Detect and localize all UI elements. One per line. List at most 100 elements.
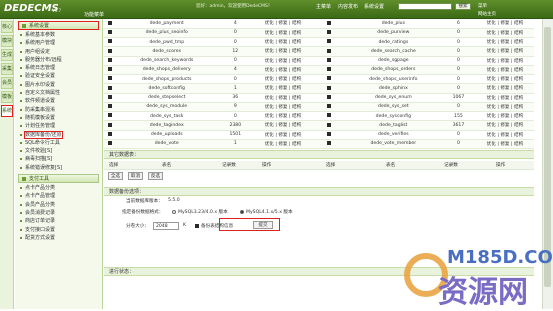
vtab-module[interactable]: 模块 <box>1 35 13 47</box>
sidebar-item[interactable]: 点卡产品管理 <box>15 192 102 200</box>
row-checkbox-left[interactable] <box>107 30 112 35</box>
table-ops-left[interactable]: 优化 | 修复 | 结构 <box>252 46 314 57</box>
sidebar-item[interactable]: 自定义文档属性 <box>15 89 102 97</box>
select-all-button[interactable]: 全选 <box>108 172 123 180</box>
sidebar-item[interactable]: SQL命令行工具 <box>15 139 102 147</box>
row-checkbox-left[interactable] <box>107 122 112 127</box>
row-checkbox-left[interactable] <box>107 76 112 81</box>
row-checkbox-right[interactable] <box>327 30 332 35</box>
table-ops-right[interactable]: 优化 | 修复 | 结构 <box>475 56 534 66</box>
sidebar-item[interactable]: 系统错误修复[S] <box>15 164 102 172</box>
table-ops-right[interactable]: 优化 | 修复 | 结构 <box>475 83 534 94</box>
sidebar-item[interactable]: 计划任务管理 <box>15 122 102 130</box>
row-checkbox-left[interactable] <box>107 48 112 53</box>
search-input[interactable] <box>398 3 452 10</box>
cancel-select-button[interactable]: 取消 <box>128 172 143 180</box>
row-checkbox-right[interactable] <box>327 48 332 53</box>
sidebar-item[interactable]: 系统日志管理 <box>15 64 102 72</box>
table-ops-right[interactable]: 优化 | 修复 | 结构 <box>475 28 534 39</box>
table-ops-left[interactable]: 优化 | 修复 | 结构 <box>252 93 314 103</box>
row-checkbox-left[interactable] <box>107 39 112 44</box>
sidebar-item[interactable]: 病毒扫描[S] <box>15 155 102 163</box>
sidebar-item[interactable]: 系统用户管理 <box>15 39 102 47</box>
table-ops-left[interactable]: 优化 | 修复 | 结构 <box>252 19 314 29</box>
sidebar-item[interactable]: 用户组设定 <box>15 48 102 56</box>
table-ops-right[interactable]: 优化 | 修复 | 结构 <box>475 93 534 103</box>
table-ops-left[interactable]: 优化 | 修复 | 结构 <box>252 28 314 39</box>
row-checkbox-left[interactable] <box>107 104 112 109</box>
invert-select-button[interactable]: 反选 <box>148 172 163 180</box>
topnav-item-main[interactable]: 主菜单 <box>316 3 331 10</box>
sidebar-item[interactable]: 服务器分布/远程 <box>15 56 102 64</box>
submit-button[interactable]: 提交 <box>253 221 273 229</box>
table-ops-left[interactable]: 优化 | 修复 | 结构 <box>252 56 314 66</box>
row-checkbox-right[interactable] <box>327 104 332 109</box>
sidebar-item[interactable]: 验证安全设置 <box>15 72 102 80</box>
topnav-item-publish[interactable]: 内容发布 <box>338 3 358 10</box>
format-mysql4-radio[interactable] <box>240 210 244 214</box>
table-ops-right[interactable]: 优化 | 修复 | 结构 <box>475 111 534 122</box>
vtab-member[interactable]: 会员 <box>1 77 13 89</box>
row-checkbox-right[interactable] <box>327 85 332 90</box>
menu-view-link[interactable]: 菜单 <box>478 3 487 9</box>
vtab-system[interactable]: 系统 <box>1 105 13 117</box>
row-checkbox-left[interactable] <box>107 94 112 99</box>
table-ops-right[interactable]: 优化 | 修复 | 结构 <box>475 46 534 57</box>
row-checkbox-left[interactable] <box>107 113 112 118</box>
table-ops-left[interactable]: 优化 | 修复 | 结构 <box>252 130 314 140</box>
sidebar-section-payment[interactable]: 支付工具 <box>18 174 99 184</box>
sidebar-section-system[interactable]: 系统设置 <box>18 21 99 30</box>
row-checkbox-right[interactable] <box>327 94 332 99</box>
table-ops-right[interactable]: 优化 | 修复 | 结构 <box>475 120 534 131</box>
row-checkbox-right[interactable] <box>327 20 332 25</box>
table-ops-left[interactable]: 优化 | 修复 | 结构 <box>252 120 314 131</box>
backup-structure-checkbox[interactable] <box>195 224 199 228</box>
row-checkbox-left[interactable] <box>107 131 112 136</box>
vtab-collect[interactable]: 采集 <box>1 63 13 75</box>
vtab-template[interactable]: 模板 <box>1 91 13 103</box>
sidebar-item[interactable]: 系统基本参数 <box>15 31 102 39</box>
table-ops-left[interactable]: 优化 | 修复 | 结构 <box>252 111 314 122</box>
row-checkbox-right[interactable] <box>327 67 332 72</box>
table-ops-right[interactable]: 优化 | 修复 | 结构 <box>475 37 534 48</box>
sidebar-item[interactable]: 会员消费记录 <box>15 209 102 217</box>
row-checkbox-right[interactable] <box>327 76 332 81</box>
sidebar-item[interactable]: 图片水印设置 <box>15 81 102 89</box>
row-checkbox-left[interactable] <box>107 85 112 90</box>
sidebar-item[interactable]: 配货方式设置 <box>15 234 102 242</box>
table-ops-left[interactable]: 优化 | 修复 | 结构 <box>252 102 314 113</box>
row-checkbox-right[interactable] <box>327 131 332 136</box>
table-ops-right[interactable]: 优化 | 修复 | 结构 <box>475 74 534 85</box>
topnav-item-settings[interactable]: 系统设置 <box>364 3 384 10</box>
row-checkbox-right[interactable] <box>327 57 332 62</box>
sidebar-item[interactable]: 点卡产品分类 <box>15 184 102 192</box>
row-checkbox-right[interactable] <box>327 122 332 127</box>
sidebar-item[interactable]: 支付接口设置 <box>15 226 102 234</box>
row-checkbox-left[interactable] <box>107 67 112 72</box>
table-ops-left[interactable]: 优化 | 修复 | 结构 <box>252 83 314 94</box>
vtab-core[interactable]: 核心 <box>1 21 13 33</box>
table-ops-left[interactable]: 优化 | 修复 | 结构 <box>252 65 314 76</box>
vtab-generate[interactable]: 生成 <box>1 49 13 61</box>
sidebar-item[interactable]: 软件频道设置 <box>15 97 102 105</box>
sidebar-item[interactable]: 随机模板设置 <box>15 114 102 122</box>
table-ops-right[interactable]: 优化 | 修复 | 结构 <box>475 102 534 113</box>
table-ops-right[interactable]: 优化 | 修复 | 结构 <box>475 130 534 140</box>
row-checkbox-right[interactable] <box>327 141 332 146</box>
volume-size-input[interactable]: 2048 <box>153 222 179 230</box>
table-ops-right[interactable]: 优化 | 修复 | 结构 <box>475 139 534 150</box>
sidebar-item[interactable]: 商店订单记录 <box>15 217 102 225</box>
format-mysql3-radio[interactable] <box>172 210 176 214</box>
table-ops-right[interactable]: 优化 | 修复 | 结构 <box>475 19 534 29</box>
main-menu-tab[interactable]: 功能菜单 <box>84 11 104 18</box>
search-button[interactable]: 搜索 <box>455 3 471 10</box>
row-checkbox-right[interactable] <box>327 113 332 118</box>
sidebar-item[interactable]: 数据库备份/还原 <box>15 130 102 139</box>
site-home-link[interactable]: 网站主页 <box>478 11 496 17</box>
table-ops-left[interactable]: 优化 | 修复 | 结构 <box>252 74 314 85</box>
table-ops-right[interactable]: 优化 | 修复 | 结构 <box>475 65 534 76</box>
sidebar-item[interactable]: 防采集串混淆 <box>15 106 102 114</box>
table-ops-left[interactable]: 优化 | 修复 | 结构 <box>252 139 314 150</box>
sidebar-item[interactable]: 文件校验[S] <box>15 147 102 155</box>
row-checkbox-left[interactable] <box>107 141 112 146</box>
